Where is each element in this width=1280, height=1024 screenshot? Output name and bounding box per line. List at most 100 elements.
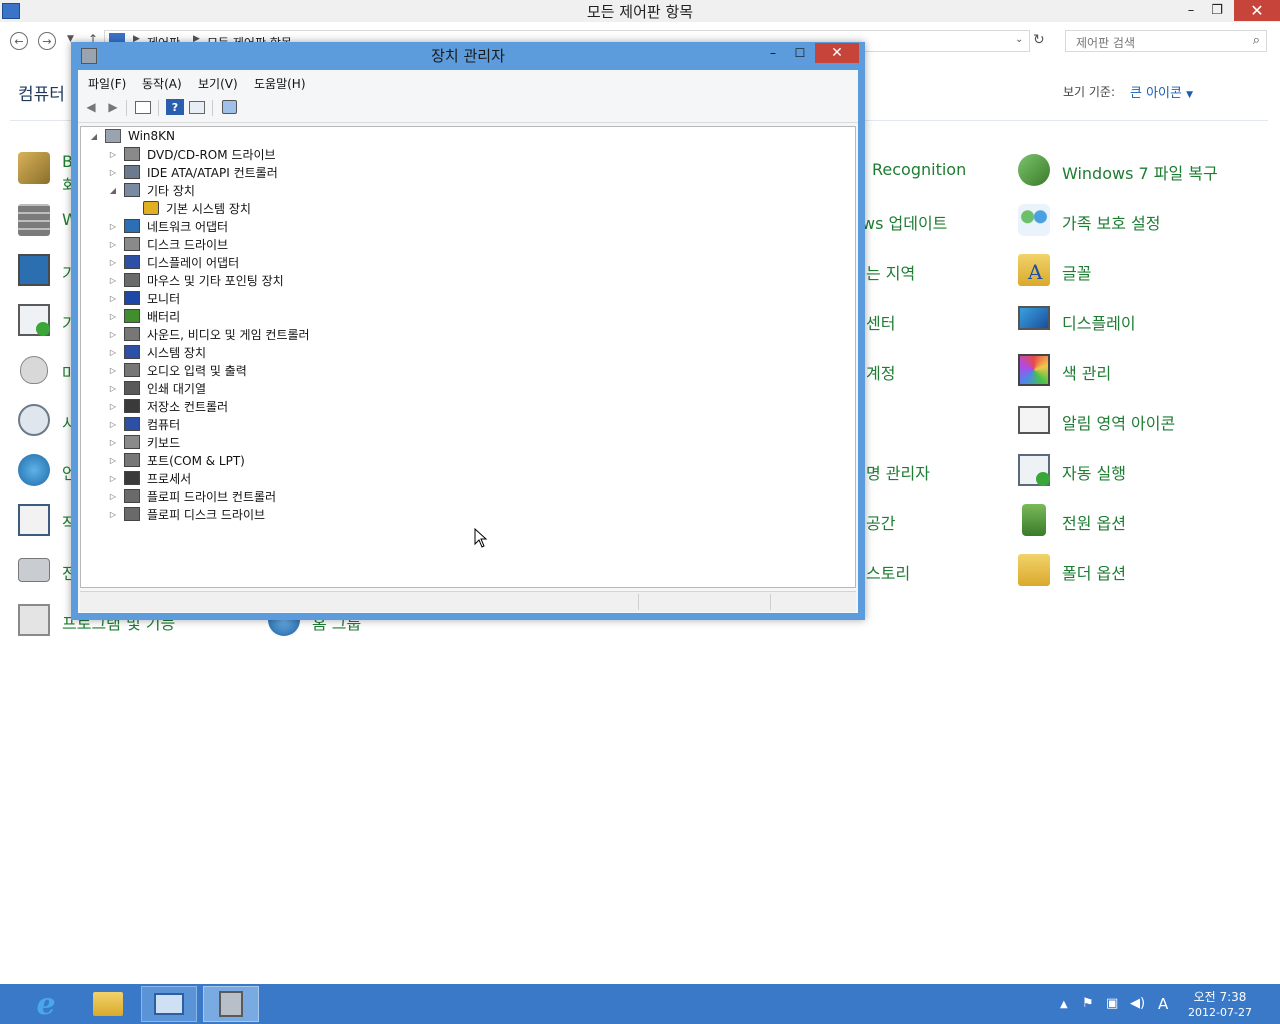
restore-button[interactable]: ❐: [1204, 0, 1230, 20]
tree-node[interactable]: ▷ 모니터: [108, 289, 180, 307]
cp-item-windows-update[interactable]: ws 업데이트: [862, 210, 947, 234]
refresh-icon[interactable]: ↻: [1033, 32, 1045, 48]
network-disconnected-icon[interactable]: ▣: [1106, 996, 1118, 1011]
tree-node-label: 디스플레이 어댑터: [147, 255, 240, 270]
taskbar-file-explorer[interactable]: [80, 986, 136, 1022]
menu-action[interactable]: 동작(A): [142, 75, 182, 92]
tree-node[interactable]: ▷ 사운드, 비디오 및 게임 컨트롤러: [108, 325, 310, 343]
dm-maximize-button[interactable]: ☐: [788, 44, 812, 62]
tree-node[interactable]: ▷ 오디오 입력 및 출력: [108, 361, 247, 379]
expand-arrow-icon[interactable]: ▷: [108, 420, 118, 429]
tree-node[interactable]: ▷ 포트(COM & LPT): [108, 451, 245, 469]
volume-icon[interactable]: ◀): [1130, 996, 1145, 1011]
tree-node[interactable]: ◢ 기타 장치: [108, 181, 195, 199]
tree-node[interactable]: ▷ IDE ATA/ATAPI 컨트롤러: [108, 163, 278, 181]
ime-indicator[interactable]: A: [1158, 995, 1168, 1013]
tree-node-label: 저장소 컨트롤러: [147, 399, 229, 414]
collapse-arrow-icon[interactable]: ◢: [108, 186, 118, 195]
expand-arrow-icon[interactable]: ▷: [108, 330, 118, 339]
tree-root[interactable]: ◢ Win8KN: [89, 127, 175, 145]
expand-arrow-icon[interactable]: ▷: [108, 258, 118, 267]
expand-arrow-icon[interactable]: ▷: [108, 510, 118, 519]
minimize-button[interactable]: –: [1178, 0, 1204, 20]
tree-node[interactable]: ▷ 배터리: [108, 307, 180, 325]
cp-item-region[interactable]: 는 지역: [866, 260, 915, 284]
expand-arrow-icon[interactable]: ▷: [108, 294, 118, 303]
dm-minimize-button[interactable]: –: [761, 44, 785, 62]
address-dropdown-chevron-icon[interactable]: ⌄: [1015, 34, 1023, 45]
action-center-flag-icon[interactable]: ⚑: [1082, 996, 1094, 1011]
view-by-dropdown[interactable]: 큰 아이콘 ▼: [1130, 82, 1193, 101]
back-arrow-icon[interactable]: ◀: [82, 99, 100, 115]
expand-arrow-icon[interactable]: ▷: [108, 240, 118, 249]
device-manager-window: 장치 관리자 – ☐ ✕ 파일(F) 동작(A) 보기(V) 도움말(H) ◀ …: [71, 42, 865, 620]
clock-time[interactable]: 오전 7:38: [1188, 988, 1252, 1005]
tree-node[interactable]: ▷ 저장소 컨트롤러: [108, 397, 228, 415]
scan-hardware-icon[interactable]: [220, 99, 238, 115]
tree-node[interactable]: ▷ 프로세서: [108, 469, 191, 487]
printer-icon: [124, 381, 140, 395]
storage-controller-icon: [124, 399, 140, 413]
device-tree[interactable]: ◢ Win8KN ▷ DVD/CD-ROM 드라이브 ▷ IDE ATA/ATAPI …: [80, 126, 856, 588]
menu-help[interactable]: 도움말(H): [254, 75, 306, 92]
tree-node-label: 키보드: [147, 435, 181, 450]
tree-node[interactable]: ▷ 디스크 드라이브: [108, 235, 228, 253]
cp-item-file-history[interactable]: 스토리: [866, 560, 910, 584]
tree-node[interactable]: ▷ DVD/CD-ROM 드라이브: [108, 145, 276, 163]
search-input[interactable]: 제어판 검색 ⌕: [1065, 30, 1267, 52]
expand-arrow-icon[interactable]: ▷: [108, 366, 118, 375]
menu-file[interactable]: 파일(F): [88, 75, 126, 92]
expand-arrow-icon[interactable]: ▷: [108, 456, 118, 465]
forward-arrow-icon[interactable]: ▶: [104, 99, 122, 115]
device-manager-client: 파일(F) 동작(A) 보기(V) 도움말(H) ◀ ▶ ? ◢ Win8KN …: [78, 70, 858, 613]
menu-view[interactable]: 보기(V): [198, 75, 238, 92]
expand-arrow-icon[interactable]: ▷: [108, 348, 118, 357]
expand-arrow-icon[interactable]: ▷: [108, 402, 118, 411]
expand-arrow-icon[interactable]: ▷: [108, 150, 118, 159]
tree-node[interactable]: ▷ 시스템 장치: [108, 343, 206, 361]
cp-item-credential-manager[interactable]: 명 관리자: [866, 460, 930, 484]
close-button[interactable]: ✕: [1234, 0, 1280, 21]
tree-node[interactable]: ▷ 디스플레이 어댑터: [108, 253, 239, 271]
tree-node[interactable]: ▷ 네트워크 어댑터: [108, 217, 228, 235]
back-button[interactable]: ←: [10, 32, 28, 50]
toolbar-divider: [212, 100, 213, 116]
properties-icon[interactable]: [134, 99, 152, 115]
chevron-down-icon: ▼: [1186, 90, 1194, 100]
taskbar-ie[interactable]: e: [18, 986, 74, 1022]
tree-node[interactable]: 기본 시스템 장치: [127, 199, 251, 217]
dm-close-button[interactable]: ✕: [815, 43, 859, 63]
port-icon: [124, 453, 140, 467]
tree-node[interactable]: ▷ 플로피 드라이브 컨트롤러: [108, 487, 276, 505]
expand-arrow-icon[interactable]: ▷: [108, 222, 118, 231]
help-icon[interactable]: ?: [166, 99, 184, 115]
search-placeholder: 제어판 검색: [1076, 36, 1136, 50]
collapse-arrow-icon[interactable]: ◢: [89, 132, 99, 141]
clock-date[interactable]: 2012-07-27: [1184, 1006, 1256, 1019]
tree-node[interactable]: ▷ 인쇄 대기열: [108, 379, 206, 397]
expand-arrow-icon[interactable]: ▷: [108, 492, 118, 501]
show-hide-pane-icon[interactable]: [188, 99, 206, 115]
tree-node[interactable]: ▷ 컴퓨터: [108, 415, 180, 433]
expand-arrow-icon[interactable]: ▷: [108, 276, 118, 285]
tree-node[interactable]: ▷ 플로피 디스크 드라이브: [108, 505, 265, 523]
cp-item-storage-spaces[interactable]: 공간: [866, 510, 895, 534]
taskbar-device-manager[interactable]: [203, 986, 259, 1022]
language-icon: [18, 454, 50, 486]
tree-node[interactable]: ▷ 키보드: [108, 433, 180, 451]
expand-arrow-icon[interactable]: ▷: [108, 168, 118, 177]
forward-button[interactable]: →: [38, 32, 56, 50]
tree-node[interactable]: ▷ 마우스 및 기타 포인팅 장치: [108, 271, 284, 289]
cp-item-accounts[interactable]: 계정: [866, 360, 895, 384]
expand-arrow-icon[interactable]: ▷: [108, 384, 118, 393]
expand-arrow-icon[interactable]: ▷: [108, 438, 118, 447]
sound-icon: [124, 327, 140, 341]
tree-node-label: 플로피 드라이브 컨트롤러: [147, 489, 277, 504]
page-heading: 컴퓨터: [18, 85, 65, 105]
cp-item-center[interactable]: 센터: [866, 310, 895, 334]
expand-arrow-icon[interactable]: ▷: [108, 312, 118, 321]
show-hidden-icons-icon[interactable]: ▲: [1060, 999, 1068, 1010]
cp-item-speech-recognition[interactable]: Recognition: [872, 160, 966, 179]
expand-arrow-icon[interactable]: ▷: [108, 474, 118, 483]
taskbar-control-panel[interactable]: [141, 986, 197, 1022]
